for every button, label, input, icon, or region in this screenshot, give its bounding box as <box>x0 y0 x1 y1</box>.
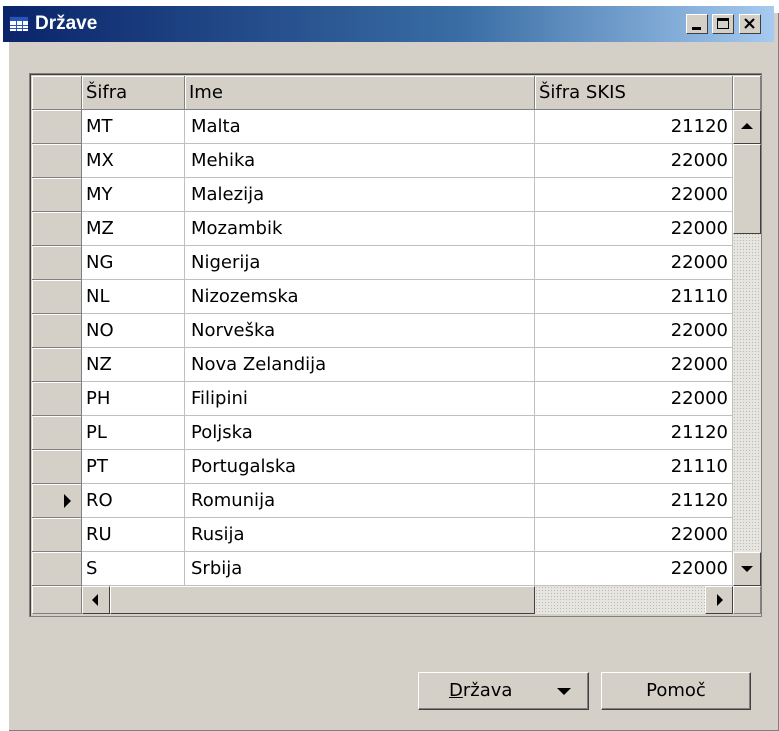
close-button[interactable] <box>739 14 761 34</box>
cell-sifra-skis[interactable]: 22000 <box>535 314 733 348</box>
cell-sifra-skis[interactable]: 22000 <box>535 552 733 586</box>
cell-ime[interactable]: Nigerija <box>185 246 535 280</box>
row-selector[interactable] <box>32 314 82 348</box>
vertical-scrollbar[interactable] <box>733 110 761 586</box>
arrow-down-icon <box>741 566 753 572</box>
cell-sifra-skis[interactable]: 22000 <box>535 246 733 280</box>
cell-sifra-skis[interactable]: 21120 <box>535 110 733 144</box>
minimize-button[interactable] <box>686 14 708 34</box>
cell-ime[interactable]: Srbija <box>185 552 535 586</box>
cell-sifra[interactable]: PT <box>82 450 185 484</box>
column-header-sifra[interactable]: Šifra <box>82 76 185 110</box>
cell-ime[interactable]: Malta <box>185 110 535 144</box>
scroll-down-button[interactable] <box>733 552 761 586</box>
cell-ime[interactable]: Nova Zelandija <box>185 348 535 382</box>
cell-sifra[interactable]: PL <box>82 416 185 450</box>
chevron-down-icon <box>557 688 571 695</box>
drzava-menu-button[interactable]: Država <box>418 672 589 710</box>
cell-ime[interactable]: Nizozemska <box>185 280 535 314</box>
vertical-scroll-thumb[interactable] <box>733 144 761 234</box>
cell-ime[interactable]: Mozambik <box>185 212 535 246</box>
arrow-left-icon <box>92 594 98 606</box>
row-selector[interactable] <box>32 280 82 314</box>
row-selector[interactable] <box>32 212 82 246</box>
cell-sifra-skis[interactable]: 22000 <box>535 518 733 552</box>
cell-sifra[interactable]: RU <box>82 518 185 552</box>
pomoc-button[interactable]: Pomoč <box>601 672 751 710</box>
table-icon <box>9 16 29 32</box>
minimize-icon <box>692 27 701 30</box>
close-icon <box>744 18 755 29</box>
cell-sifra-skis[interactable]: 22000 <box>535 178 733 212</box>
cell-sifra-skis[interactable]: 21120 <box>535 484 733 518</box>
cell-ime[interactable]: Portugalska <box>185 450 535 484</box>
cell-sifra[interactable]: NZ <box>82 348 185 382</box>
scroll-right-button[interactable] <box>705 586 733 614</box>
maximize-button[interactable] <box>712 14 734 34</box>
cell-sifra[interactable]: RO <box>82 484 185 518</box>
arrow-right-icon <box>717 594 723 606</box>
countries-table: Šifra Ime Šifra SKIS MT Malta 21120 MX Mehik… <box>29 73 762 617</box>
header-row-selector[interactable] <box>32 76 82 110</box>
title-bar[interactable]: Države <box>3 6 774 42</box>
cell-sifra[interactable]: PH <box>82 382 185 416</box>
row-selector[interactable] <box>32 450 82 484</box>
row-selector[interactable] <box>32 348 82 382</box>
cell-sifra[interactable]: NG <box>82 246 185 280</box>
scrollbar-corner-left <box>32 586 82 614</box>
maximize-icon <box>717 18 729 29</box>
row-selector[interactable] <box>32 518 82 552</box>
cell-sifra[interactable]: NL <box>82 280 185 314</box>
cell-sifra[interactable]: MZ <box>82 212 185 246</box>
cell-sifra[interactable]: MX <box>82 144 185 178</box>
row-selector[interactable] <box>32 144 82 178</box>
horizontal-scrollbar[interactable] <box>82 586 733 614</box>
cell-sifra[interactable]: NO <box>82 314 185 348</box>
cell-ime[interactable]: Romunija <box>185 484 535 518</box>
row-selector[interactable] <box>32 178 82 212</box>
cell-sifra-skis[interactable]: 21110 <box>535 450 733 484</box>
scroll-left-button[interactable] <box>82 586 110 614</box>
row-selector[interactable] <box>32 484 82 518</box>
drzava-button-label: Država <box>449 680 513 701</box>
cell-sifra-skis[interactable]: 22000 <box>535 348 733 382</box>
cell-sifra-skis[interactable]: 21120 <box>535 416 733 450</box>
cell-sifra-skis[interactable]: 22000 <box>535 382 733 416</box>
cell-ime[interactable]: Malezija <box>185 178 535 212</box>
row-selector[interactable] <box>32 416 82 450</box>
header-corner <box>733 76 761 110</box>
cell-ime[interactable]: Norveška <box>185 314 535 348</box>
cell-ime[interactable]: Rusija <box>185 518 535 552</box>
cell-ime[interactable]: Filipini <box>185 382 535 416</box>
cell-ime[interactable]: Poljska <box>185 416 535 450</box>
row-selector[interactable] <box>32 110 82 144</box>
cell-sifra-skis[interactable]: 22000 <box>535 144 733 178</box>
arrow-up-icon <box>741 123 753 129</box>
current-row-icon <box>64 494 71 508</box>
window-title: Države <box>35 13 98 34</box>
cell-sifra-skis[interactable]: 21110 <box>535 280 733 314</box>
cell-sifra[interactable]: MY <box>82 178 185 212</box>
scroll-up-button[interactable] <box>733 110 761 144</box>
row-selector[interactable] <box>32 552 82 586</box>
cell-ime[interactable]: Mehika <box>185 144 535 178</box>
cell-sifra[interactable]: S <box>82 552 185 586</box>
horizontal-scroll-thumb[interactable] <box>110 586 535 614</box>
cell-sifra[interactable]: MT <box>82 110 185 144</box>
column-header-ime[interactable]: Ime <box>185 76 535 110</box>
row-selector[interactable] <box>32 382 82 416</box>
scrollbar-corner-right <box>733 586 761 614</box>
row-selector[interactable] <box>32 246 82 280</box>
column-header-sifra-skis[interactable]: Šifra SKIS <box>535 76 733 110</box>
cell-sifra-skis[interactable]: 22000 <box>535 212 733 246</box>
